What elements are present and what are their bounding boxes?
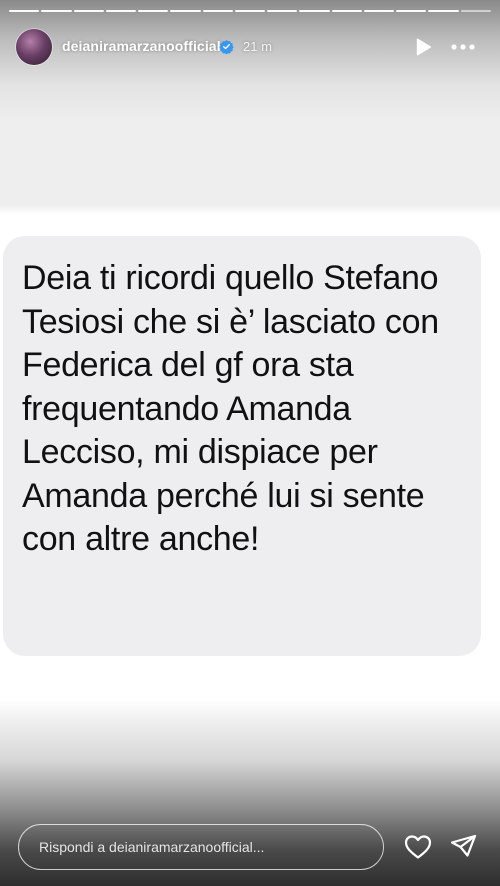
progress-segment [363,10,395,12]
story-footer [0,818,500,878]
progress-segment-current [460,10,491,12]
story-progress-bar [9,10,491,12]
progress-segment [202,10,233,12]
post-time: 21 m [243,39,272,54]
verified-badge-icon [219,39,234,54]
message-bubble: Deia ti ricordi quello Stefano Tesiosi c… [3,236,481,656]
message-text: Deia ti ricordi quello Stefano Tesiosi c… [22,259,439,558]
paper-plane-icon[interactable] [450,834,477,860]
progress-segment [428,10,459,12]
heart-icon[interactable] [404,834,432,860]
progress-segment [331,10,362,12]
progress-segment [234,10,266,12]
more-options-icon[interactable] [450,39,476,55]
username[interactable]: deianiramarzanoofficial [62,38,221,54]
progress-segment [9,10,40,12]
progress-segment [267,10,298,12]
avatar[interactable] [16,29,52,65]
progress-segment [396,10,427,12]
progress-segment [105,10,137,12]
reply-input[interactable] [18,824,384,870]
progress-segment [41,10,72,12]
progress-segment [299,10,330,12]
play-icon[interactable] [412,36,434,58]
progress-segment [170,10,201,12]
progress-segment [73,10,104,12]
progress-segment [138,10,169,12]
story-header: deianiramarzanoofficial 21 m [0,26,500,70]
